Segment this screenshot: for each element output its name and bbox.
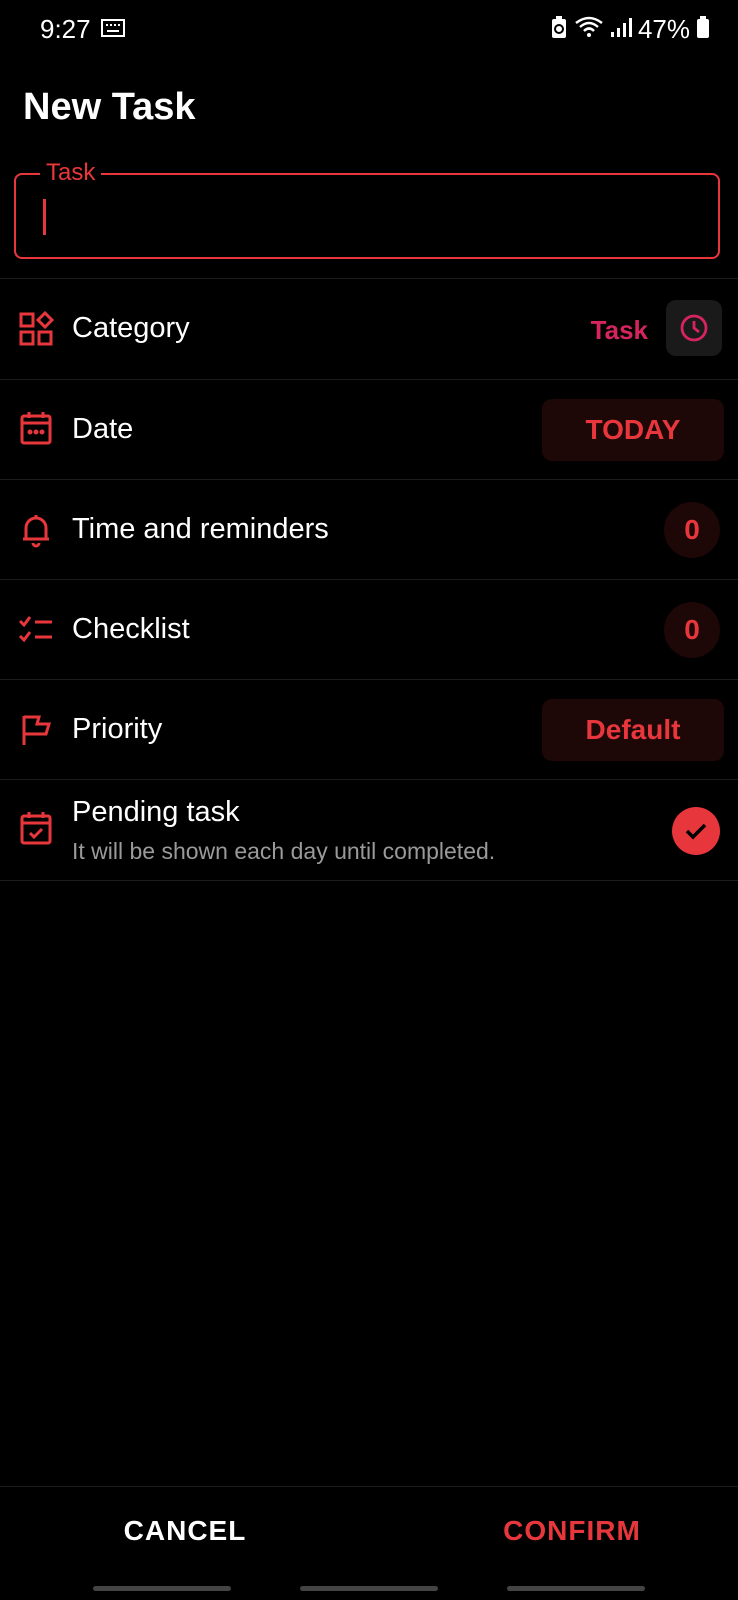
keyboard-icon (101, 18, 125, 43)
priority-label: Priority (72, 713, 163, 745)
battery-percentage: 47% (637, 14, 690, 44)
time-reminders-count[interactable]: 0 (664, 502, 720, 558)
cancel-button[interactable]: CANCEL (85, 1506, 285, 1556)
task-field[interactable]: Task (14, 159, 720, 259)
battery-icon (696, 15, 710, 44)
checklist-icon (18, 612, 54, 648)
nav-home-button[interactable] (300, 1586, 438, 1591)
checklist-row[interactable]: Checklist 0 (0, 580, 738, 680)
check-icon (685, 823, 707, 840)
pending-task-toggle[interactable] (672, 807, 720, 855)
calendar-check-icon (18, 810, 54, 846)
nav-back-button[interactable] (507, 1586, 645, 1591)
clock-icon (680, 314, 708, 342)
date-value-button[interactable]: TODAY (542, 399, 724, 461)
time-reminders-row[interactable]: Time and reminders 0 (0, 480, 738, 580)
checklist-label: Checklist (72, 613, 190, 645)
calendar-icon (18, 410, 54, 446)
flag-icon (18, 712, 54, 748)
status-time: 9:27 (40, 14, 91, 44)
priority-row[interactable]: Priority Default (0, 680, 738, 780)
checklist-count[interactable]: 0 (664, 602, 720, 658)
bell-icon (18, 512, 54, 548)
text-caret (43, 199, 46, 235)
page-title: New Task (23, 86, 196, 128)
pending-task-row[interactable] (0, 780, 738, 880)
category-value[interactable]: Task (591, 315, 648, 346)
footer-divider (0, 1486, 738, 1487)
divider (0, 880, 738, 881)
status-bar: 9:27 47% (0, 0, 738, 58)
nav-recents-button[interactable] (93, 1586, 231, 1591)
category-clock-button[interactable] (666, 300, 722, 356)
task-field-label: Task (40, 159, 102, 187)
pending-task-title: Pending task (72, 796, 240, 828)
category-grid-icon (18, 310, 55, 347)
date-row[interactable]: Date TODAY (0, 380, 738, 480)
signal-icon (610, 16, 632, 43)
pending-task-subtitle: It will be shown each day until complete… (72, 838, 496, 864)
time-reminders-label: Time and reminders (72, 513, 329, 545)
battery-saver-icon (550, 15, 568, 44)
category-label: Category (72, 312, 190, 344)
system-nav-bar (0, 1580, 738, 1600)
confirm-button[interactable]: CONFIRM (452, 1506, 692, 1556)
status-icons: 47% (550, 14, 710, 45)
priority-value-button[interactable]: Default (542, 699, 724, 761)
task-input[interactable] (40, 197, 690, 237)
category-row[interactable]: Category Task (0, 279, 738, 379)
date-label: Date (72, 413, 134, 445)
wifi-icon (574, 15, 604, 44)
